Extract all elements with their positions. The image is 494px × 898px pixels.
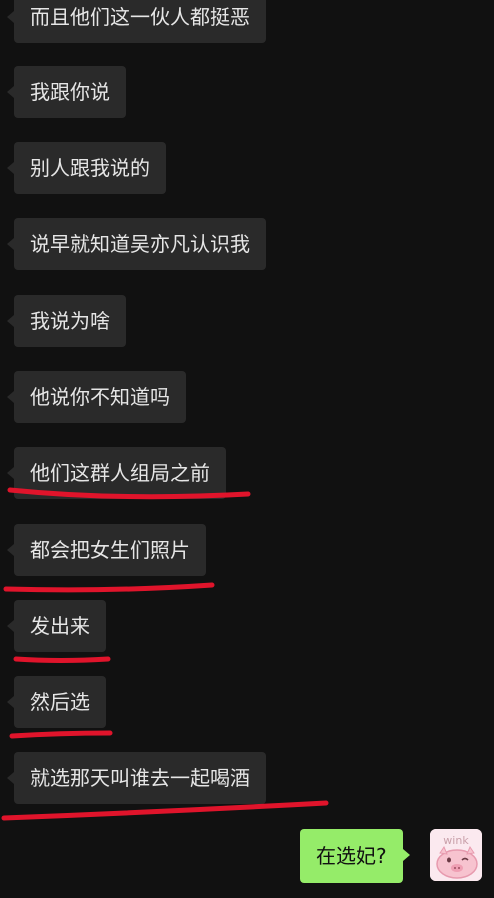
message-text: 说早就知道吴亦凡认识我 — [30, 232, 250, 256]
message-text: 而且他们这一伙人都挺恶 — [30, 5, 250, 29]
message-bubble[interactable]: 发出来 — [7, 600, 106, 652]
message-text: 然后选 — [30, 690, 90, 714]
message-bubble[interactable]: 我跟你说 — [7, 66, 126, 118]
underline-stroke — [1, 800, 329, 821]
avatar[interactable]: wink — [430, 829, 482, 881]
message-bubble[interactable]: 然后选 — [7, 676, 106, 728]
message-text: 别人跟我说的 — [30, 156, 150, 180]
message-text: 我说为啥 — [30, 309, 110, 333]
message-bubble[interactable]: 都会把女生们照片 — [7, 524, 206, 576]
message-text: 我跟你说 — [30, 80, 110, 104]
message-bubble[interactable]: 就选那天叫谁去一起喝酒 — [7, 752, 266, 804]
chat-conversation: 而且他们这一伙人都挺恶 我跟你说 别人跟我说的 说早就知道吴亦凡认识我 我说为啥… — [0, 0, 494, 898]
message-text: 在选妃? — [316, 844, 387, 868]
sticker-text: wink — [443, 834, 469, 847]
message-bubble[interactable]: 而且他们这一伙人都挺恶 — [7, 0, 266, 43]
message-bubble[interactable]: 他们这群人组局之前 — [7, 447, 226, 499]
message-text: 都会把女生们照片 — [30, 538, 190, 562]
message-text: 就选那天叫谁去一起喝酒 — [30, 766, 250, 790]
message-text: 他们这群人组局之前 — [30, 461, 210, 485]
underline-stroke — [3, 582, 215, 593]
message-text: 发出来 — [30, 614, 90, 638]
underline-stroke — [13, 656, 111, 663]
message-text: 他说你不知道吗 — [30, 385, 170, 409]
message-bubble[interactable]: 我说为啥 — [7, 295, 126, 347]
pig-sticker-icon: wink — [430, 829, 482, 881]
message-bubble[interactable]: 他说你不知道吗 — [7, 371, 186, 423]
underline-stroke — [9, 730, 113, 739]
message-bubble[interactable]: 别人跟我说的 — [7, 142, 166, 194]
message-bubble[interactable]: 说早就知道吴亦凡认识我 — [7, 218, 266, 270]
my-message-bubble[interactable]: 在选妃? — [300, 829, 410, 883]
